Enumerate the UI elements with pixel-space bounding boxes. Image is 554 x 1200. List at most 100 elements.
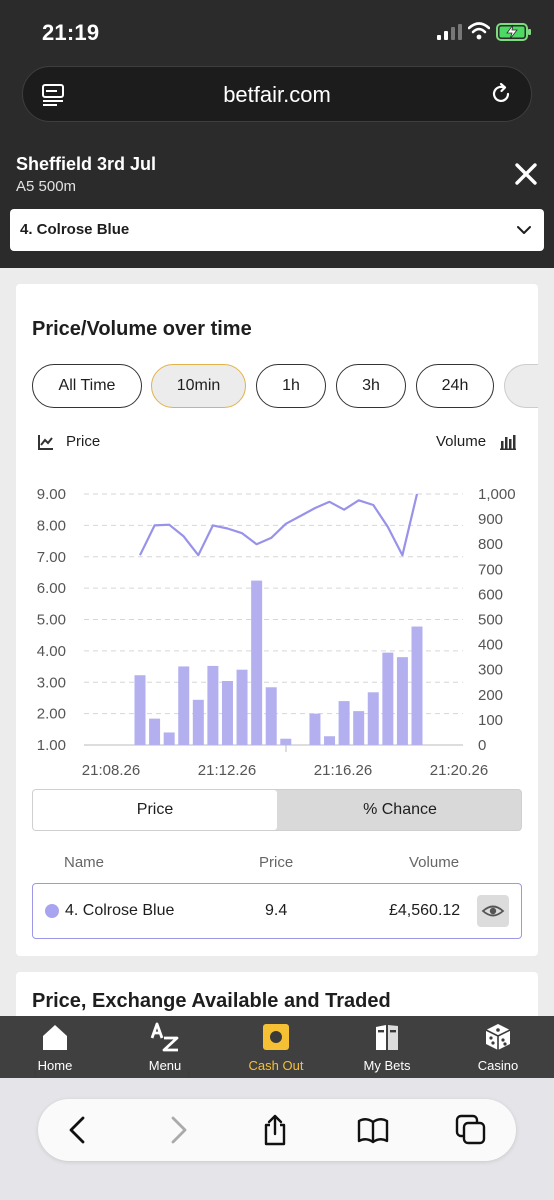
tabs-icon[interactable] xyxy=(455,1114,487,1146)
runner-dropdown-value: 4. Colrose Blue xyxy=(20,221,130,238)
dice-icon xyxy=(485,1024,511,1050)
share-icon[interactable] xyxy=(259,1114,291,1146)
line-chart-icon xyxy=(38,435,53,450)
status-bar: 21:19 xyxy=(0,0,554,62)
nav-menu[interactable]: Menu xyxy=(110,1016,220,1078)
eye-icon[interactable] xyxy=(477,895,509,927)
toggle-chance-option[interactable]: % Chance xyxy=(278,790,522,830)
volume-bar xyxy=(236,669,248,745)
y-left-tick-label: 4.00 xyxy=(37,643,66,660)
market-header: Sheffield 3rd Jul A5 500m 4. Colrose Blu… xyxy=(0,140,554,268)
volume-bar xyxy=(163,732,175,745)
volume-bar xyxy=(178,666,190,745)
y-left-tick-label: 3.00 xyxy=(37,674,66,691)
volume-bar xyxy=(338,701,350,745)
legend-volume-label: Volume xyxy=(436,433,487,450)
cellular-signal-icon xyxy=(437,24,462,40)
volume-bar xyxy=(265,687,277,745)
bookmarks-icon[interactable] xyxy=(357,1114,389,1146)
volume-bar xyxy=(207,665,219,745)
timeframe-more[interactable] xyxy=(504,364,538,408)
toggle-price-option[interactable]: Price xyxy=(33,790,277,830)
nav-casino[interactable]: Casino xyxy=(443,1016,553,1078)
y-right-tick-label: 500 xyxy=(478,612,503,629)
cash-out-icon xyxy=(263,1024,289,1050)
y-left-tick-label: 2.00 xyxy=(37,706,66,723)
nav-home-label: Home xyxy=(37,1058,73,1073)
card-heading: Price/Volume over time xyxy=(32,318,252,340)
nav-cash-out[interactable]: Cash Out xyxy=(221,1016,331,1078)
bar-chart-icon xyxy=(500,435,516,450)
volume-bar xyxy=(324,736,336,745)
timeframe-10min[interactable]: 10min xyxy=(151,364,246,408)
table-row[interactable]: 4. Colrose Blue 9.4 £4,560.12 xyxy=(32,883,522,939)
y-right-tick-label: 300 xyxy=(478,662,503,679)
volume-bar xyxy=(353,711,365,745)
series-color-dot xyxy=(45,904,59,918)
reload-icon[interactable] xyxy=(489,82,513,106)
y-right-tick-label: 600 xyxy=(478,586,503,603)
y-left-tick-label: 7.00 xyxy=(37,549,66,566)
price-chance-toggle: Price % Chance xyxy=(32,789,522,831)
legend-price-label: Price xyxy=(66,433,101,450)
timeframe-all-time[interactable]: All Time xyxy=(32,364,142,408)
x-tick-label: 21:20.26 xyxy=(430,762,488,779)
volume-bar xyxy=(280,738,292,745)
address-bar[interactable]: betfair.com xyxy=(22,66,532,122)
y-right-tick-label: 700 xyxy=(478,561,503,578)
browser-toolbar xyxy=(0,1078,554,1200)
col-header-volume: Volume xyxy=(409,854,460,871)
forward-icon[interactable] xyxy=(162,1114,194,1146)
x-tick-label: 21:08.26 xyxy=(82,762,140,779)
col-header-name: Name xyxy=(64,854,105,871)
price-volume-card: Price/Volume over time All Time 10min 1h… xyxy=(16,284,538,956)
status-time: 21:19 xyxy=(42,20,100,45)
timeframe-3h[interactable]: 3h xyxy=(336,364,406,408)
y-left-tick-label: 6.00 xyxy=(37,580,66,597)
y-right-tick-label: 800 xyxy=(478,536,503,553)
volume-bar xyxy=(251,580,263,745)
col-header-price: Price xyxy=(259,854,294,871)
close-icon[interactable] xyxy=(512,160,540,188)
y-left-tick-label: 5.00 xyxy=(37,612,66,629)
nav-cash-out-label: Cash Out xyxy=(248,1058,304,1073)
nav-home[interactable]: Home xyxy=(0,1016,110,1078)
az-menu-icon xyxy=(150,1022,179,1052)
nav-my-bets[interactable]: My Bets xyxy=(332,1016,442,1078)
y-left-tick-label: 1.00 xyxy=(37,737,66,754)
volume-bar xyxy=(221,680,233,745)
bottom-nav: Home Menu Cash Out My Bets Casino xyxy=(0,1016,554,1078)
y-left-tick-label: 8.00 xyxy=(37,517,66,534)
nav-menu-label: Menu xyxy=(148,1058,182,1073)
y-right-tick-label: 100 xyxy=(478,712,503,729)
chevron-down-icon xyxy=(517,226,531,234)
nav-casino-label: Casino xyxy=(477,1058,519,1073)
timeframe-1h[interactable]: 1h xyxy=(256,364,326,408)
y-left-tick-label: 9.00 xyxy=(37,486,66,503)
runner-name: 4. Colrose Blue xyxy=(65,902,175,919)
volume-bar xyxy=(134,675,146,745)
x-tick-label: 21:16.26 xyxy=(314,762,372,779)
volume-bar xyxy=(309,713,321,745)
y-right-tick-label: 400 xyxy=(478,637,503,654)
my-bets-icon xyxy=(376,1025,398,1050)
battery-charging-icon xyxy=(496,23,531,41)
home-icon xyxy=(43,1025,67,1050)
runner-volume: £4,560.12 xyxy=(389,902,461,919)
price-line xyxy=(139,493,419,557)
volume-bar xyxy=(396,657,408,745)
y-right-tick-label: 900 xyxy=(478,511,503,528)
runner-price: 9.4 xyxy=(265,902,288,919)
y-right-tick-label: 1,000 xyxy=(478,486,516,503)
y-right-tick-label: 200 xyxy=(478,687,503,704)
market-title: Sheffield 3rd Jul xyxy=(16,154,157,174)
runner-dropdown[interactable]: 4. Colrose Blue xyxy=(10,209,544,251)
timeframe-24h[interactable]: 24h xyxy=(416,364,494,408)
volume-bar xyxy=(411,626,423,745)
url-text[interactable]: betfair.com xyxy=(23,82,531,108)
y-right-tick-label: 0 xyxy=(478,737,486,754)
volume-bar xyxy=(192,699,204,745)
wifi-icon xyxy=(468,22,490,40)
exchange-heading: Price, Exchange Available and Traded xyxy=(32,990,391,1012)
back-icon[interactable] xyxy=(62,1114,94,1146)
